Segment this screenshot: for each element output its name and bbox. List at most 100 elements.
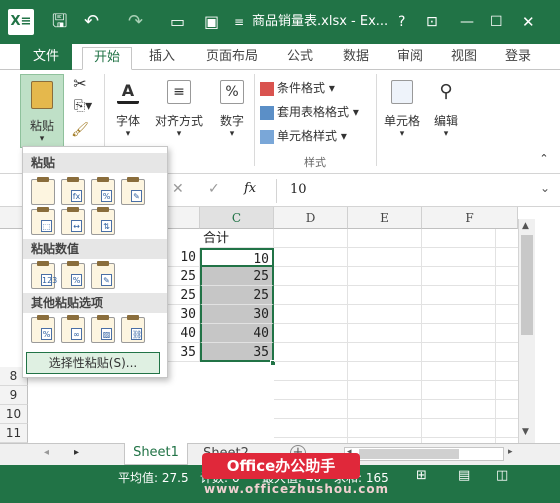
next-sheet-icon[interactable]: ▸ [74, 447, 79, 458]
previous-sheet-icon[interactable]: ◂ [44, 447, 49, 458]
expand-formula-bar-icon[interactable]: ⌄ [540, 181, 550, 195]
cells-icon [391, 80, 413, 104]
enter-icon[interactable]: ✓ [208, 181, 220, 197]
formula-input[interactable]: 10 [290, 182, 307, 197]
vertical-scrollbar[interactable]: ▲ ▼ [518, 219, 535, 443]
cell-c-value[interactable]: 25 [200, 286, 274, 305]
help-button[interactable]: ? [398, 0, 405, 44]
cell-c-header[interactable]: 合计 [200, 229, 274, 248]
paste-link-icon[interactable]: ∞ [61, 315, 85, 343]
paste-icon[interactable] [31, 177, 55, 205]
format-as-table-button[interactable]: 套用表格格式 ▾ [260, 102, 384, 122]
keep-source-formatting-icon[interactable]: ✎ [121, 177, 145, 205]
tab-page-layout[interactable]: 页面布局 [198, 47, 266, 70]
other-paste-options-section-header: 其他粘贴选项 [23, 293, 167, 313]
insert-function-icon[interactable]: fx [244, 181, 256, 196]
cell-b-value[interactable]: 25 [168, 286, 200, 305]
cell-b-value[interactable]: 35 [168, 343, 200, 362]
normal-view-icon[interactable]: ⊞ [416, 468, 427, 483]
format-painter-icon[interactable]: 🖌 [68, 122, 92, 138]
row-header-10[interactable]: 10 [0, 405, 28, 424]
collapse-ribbon-icon[interactable]: ⌃ [536, 152, 552, 165]
scroll-up-icon[interactable]: ▲ [522, 221, 529, 231]
cell-c-value[interactable]: 25 [200, 267, 274, 286]
values-source-formatting-icon[interactable]: ✎ [91, 261, 115, 289]
page-layout-view-icon[interactable]: ▤ [458, 468, 470, 483]
transpose-icon[interactable]: ⇅ [91, 207, 115, 235]
active-cell-c[interactable]: 10 [200, 248, 274, 267]
cell-b-value[interactable]: 40 [168, 324, 200, 343]
save-as-icon[interactable]: ▣ [204, 0, 219, 44]
conditional-formatting-button[interactable]: 条件格式 ▾ [260, 78, 380, 98]
watermark-logo: Office办公助手 [202, 453, 360, 479]
cell-styles-button[interactable]: 单元格样式 ▾ [260, 126, 384, 146]
cancel-icon[interactable]: ✕ [172, 181, 184, 197]
status-average: 平均值: 27.5 [118, 471, 189, 485]
clipboard-icon [31, 81, 53, 109]
font-icon: A [117, 80, 139, 104]
paste-formulas-number-format-icon[interactable]: % [91, 177, 115, 205]
tab-data[interactable]: 数据 [334, 47, 378, 70]
font-button[interactable]: A 字体 ▾ [110, 80, 146, 139]
values-number-format-icon[interactable]: % [61, 261, 85, 289]
cell-b-value[interactable]: 10 [168, 248, 200, 267]
minimize-button[interactable]: — [460, 0, 474, 44]
align-icon: ≡ [167, 80, 191, 104]
paste-values-icon[interactable]: 123 [31, 261, 57, 289]
editing-label: 编辑 [433, 114, 458, 128]
tab-review[interactable]: 审阅 [388, 47, 432, 70]
open-folder-icon[interactable]: ▭ [170, 0, 185, 44]
empty-cells[interactable] [274, 229, 518, 443]
paste-picture-icon[interactable]: ▨ [91, 315, 115, 343]
keep-column-widths-icon[interactable]: ↔ [61, 207, 85, 235]
scroll-thumb[interactable] [521, 235, 533, 335]
column-header-e[interactable]: E [348, 207, 422, 229]
tab-sign-in[interactable]: 登录 [498, 47, 538, 70]
horizontal-scrollbar[interactable]: ◂ [344, 447, 504, 461]
paste-formatting-icon[interactable]: % [31, 315, 55, 343]
cell-b-value[interactable]: 25 [168, 267, 200, 286]
row-header-11[interactable]: 11 [0, 424, 28, 443]
cell-styles-label: 单元格样式 ▾ [277, 129, 347, 143]
number-button[interactable]: % 数字 ▾ [214, 80, 250, 139]
quick-access-customize-icon[interactable]: ≡ [234, 0, 244, 44]
cut-icon[interactable]: ✂ [68, 74, 92, 93]
row-header-9[interactable]: 9 [0, 386, 28, 405]
no-borders-icon[interactable]: ⬚ [31, 207, 55, 235]
cell-c-value[interactable]: 35 [200, 343, 274, 362]
cell-c-value[interactable]: 40 [200, 324, 274, 343]
tab-home[interactable]: 开始 [82, 47, 132, 70]
paste-button[interactable]: 粘贴 ▾ [20, 74, 64, 148]
conditional-formatting-icon [260, 81, 274, 96]
paste-special-menu-item[interactable]: 选择性粘贴(S)... [26, 352, 160, 374]
scroll-down-icon[interactable]: ▼ [522, 427, 529, 437]
scroll-right-icon[interactable]: ▸ [508, 447, 513, 457]
linked-picture-icon[interactable]: ⛓ [121, 315, 145, 343]
restore-button[interactable]: ☐ [490, 0, 503, 44]
column-header-c[interactable]: C [200, 207, 274, 229]
copy-icon[interactable]: ⎘▾ [68, 98, 98, 114]
horizontal-scroll-thumb[interactable] [359, 449, 459, 459]
close-button[interactable]: ✕ [522, 0, 535, 44]
window-title: 商品销量表.xlsx - Ex... [252, 14, 389, 29]
page-break-preview-icon[interactable]: ◫ [496, 468, 508, 483]
alignment-button[interactable]: ≡ 对齐方式 ▾ [152, 80, 206, 139]
tab-file[interactable]: 文件 [20, 44, 72, 70]
tab-view[interactable]: 视图 [442, 47, 486, 70]
save-icon[interactable]: 🖫 [52, 0, 67, 44]
cell-c-value[interactable]: 30 [200, 305, 274, 324]
redo-icon[interactable]: ↷ [128, 0, 143, 44]
cell-b-value[interactable]: 30 [168, 305, 200, 324]
undo-icon[interactable]: ↶ [84, 0, 99, 44]
editing-button[interactable]: ⚲ 编辑 ▾ [428, 80, 464, 139]
excel-icon[interactable]: X≡ [8, 9, 34, 35]
column-header-d[interactable]: D [274, 207, 348, 229]
tab-insert[interactable]: 插入 [138, 47, 186, 70]
chevron-down-icon: ▾ [39, 134, 45, 144]
ribbon-display-options-icon[interactable]: ⊡ [426, 0, 438, 44]
cells-button[interactable]: 单元格 ▾ [380, 80, 424, 139]
column-header-f[interactable]: F [422, 207, 518, 229]
tab-formulas[interactable]: 公式 [278, 47, 322, 70]
paste-formulas-icon[interactable]: fx [61, 177, 85, 205]
sheet-tab-sheet1[interactable]: Sheet1 [124, 443, 188, 465]
